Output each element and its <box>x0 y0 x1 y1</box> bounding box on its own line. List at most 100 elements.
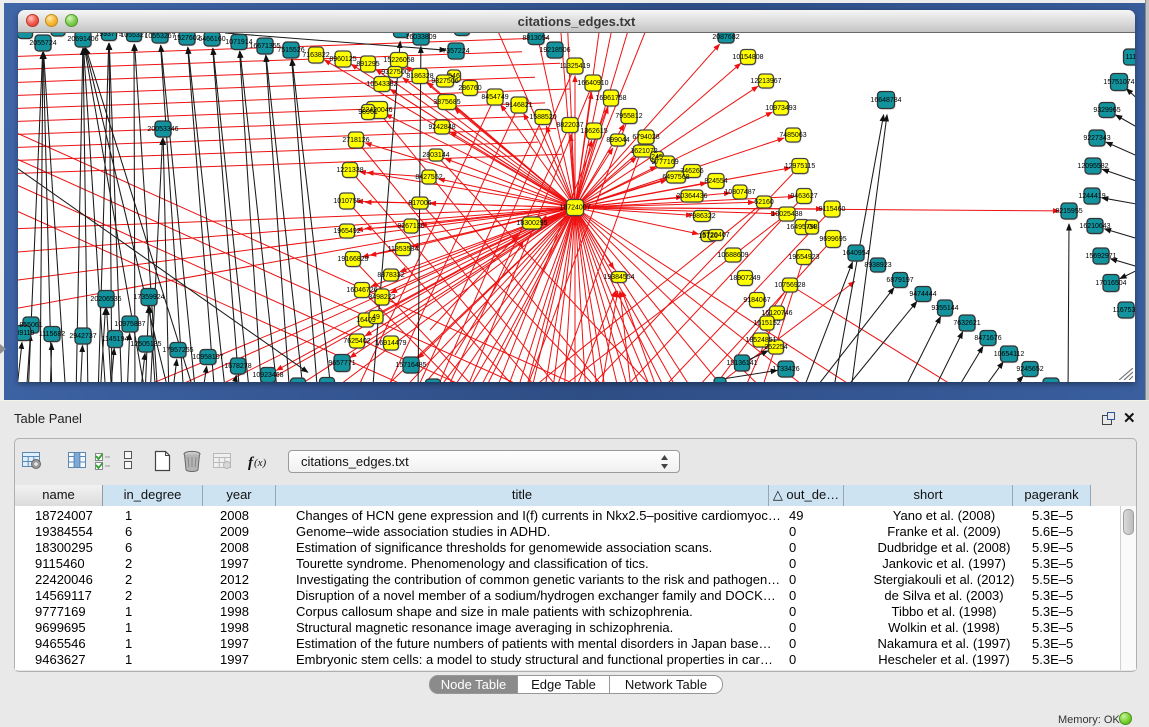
svg-text:286760: 286760 <box>458 85 481 92</box>
svg-text:6497568: 6497568 <box>662 174 689 181</box>
svg-text:8471676: 8471676 <box>974 335 1001 342</box>
svg-text:19218506: 19218506 <box>539 47 570 54</box>
svg-text:3498222: 3498222 <box>368 294 395 301</box>
svg-text:9242848: 9242848 <box>428 124 455 131</box>
svg-text:6794028: 6794028 <box>632 134 659 141</box>
svg-text:16033809: 16033809 <box>405 34 436 41</box>
svg-text:10654112: 10654112 <box>994 351 1025 358</box>
svg-text:7625402: 7625402 <box>343 338 370 345</box>
svg-text:16046726: 16046726 <box>346 287 377 294</box>
svg-text:8454749: 8454749 <box>481 94 508 101</box>
svg-text:10958107: 10958107 <box>192 354 223 361</box>
svg-text:18300295: 18300295 <box>516 220 547 227</box>
svg-text:939119: 939119 <box>18 330 35 337</box>
svg-text:12505135: 12505135 <box>130 341 161 348</box>
svg-text:1640954: 1640954 <box>842 250 869 257</box>
svg-text:9146821: 9146821 <box>505 102 532 109</box>
svg-text:1733426: 1733426 <box>772 366 799 373</box>
svg-text:12213967: 12213967 <box>750 78 781 85</box>
svg-text:2087682: 2087682 <box>712 34 739 41</box>
svg-text:16210643: 16210643 <box>1079 223 1110 230</box>
svg-text:16640910: 16640910 <box>577 80 608 87</box>
svg-text:20053346: 20053346 <box>147 126 178 133</box>
svg-text:9777169: 9777169 <box>651 159 678 166</box>
svg-text:18907249: 18907249 <box>729 275 760 282</box>
svg-text:2942737: 2942737 <box>69 333 96 340</box>
svg-text:7955812: 7955812 <box>615 113 642 120</box>
svg-text:9115460: 9115460 <box>819 206 846 213</box>
svg-text:10973493: 10973493 <box>765 105 796 112</box>
svg-text:9355144: 9355144 <box>931 305 958 312</box>
svg-text:16961758: 16961758 <box>595 95 626 102</box>
svg-text:1678278: 1678278 <box>224 363 251 370</box>
svg-text:252254: 252254 <box>764 344 787 351</box>
svg-text:1588520: 1588520 <box>529 114 556 121</box>
svg-text:10807487: 10807487 <box>724 189 755 196</box>
svg-text:17016504: 17016504 <box>1095 280 1126 287</box>
svg-text:2803144: 2803144 <box>422 152 449 159</box>
svg-text:19384554: 19384554 <box>603 274 634 281</box>
svg-text:8267130: 8267130 <box>397 223 424 230</box>
svg-text:20206535: 20206535 <box>90 296 121 303</box>
svg-text:98961: 98961 <box>358 109 378 116</box>
svg-text:11325419: 11325419 <box>560 63 591 70</box>
svg-text:1965492: 1965492 <box>333 228 360 235</box>
svg-text:2055724: 2055724 <box>29 40 56 47</box>
svg-text:855061: 855061 <box>19 322 42 329</box>
svg-text:12975115: 12975115 <box>785 163 816 170</box>
svg-text:9699695: 9699695 <box>819 236 846 243</box>
svg-text:8186328: 8186328 <box>406 73 433 80</box>
svg-text:1010755: 1010755 <box>333 198 360 205</box>
svg-text:16120746: 16120746 <box>761 310 792 317</box>
svg-text:20691406: 20691406 <box>67 36 98 43</box>
svg-text:7485063: 7485063 <box>779 132 806 139</box>
svg-text:62160: 62160 <box>754 199 774 206</box>
svg-text:16914479: 16914479 <box>375 340 406 347</box>
svg-text:5720407: 5720407 <box>702 232 729 239</box>
svg-text:1527602: 1527602 <box>173 35 200 42</box>
svg-text:7632621: 7632621 <box>953 320 980 327</box>
svg-text:10688609: 10688609 <box>717 252 748 259</box>
svg-text:8427552: 8427552 <box>415 174 442 181</box>
svg-text:9657771: 9657771 <box>328 360 355 367</box>
svg-text:19166829: 19166829 <box>337 256 368 263</box>
svg-text:8813054: 8813054 <box>522 35 549 42</box>
svg-text:(x): (x) <box>254 457 267 469</box>
svg-text:2718126: 2718126 <box>342 137 369 144</box>
svg-text:10543382: 10543382 <box>366 81 397 88</box>
svg-text:1615152: 1615152 <box>753 320 780 327</box>
svg-text:17359924: 17359924 <box>133 294 164 301</box>
svg-text:9327506: 9327506 <box>431 78 458 85</box>
svg-text:3875685: 3875685 <box>433 99 460 106</box>
svg-text:9245652: 9245652 <box>1016 366 1043 373</box>
svg-text:1167533: 1167533 <box>1113 307 1135 314</box>
svg-text:1244419: 1244419 <box>1078 193 1105 200</box>
svg-text:899044: 899044 <box>606 137 629 144</box>
svg-text:17957255: 17957255 <box>162 347 193 354</box>
svg-text:1221338: 1221338 <box>336 167 363 174</box>
svg-text:1145194: 1145194 <box>102 336 129 343</box>
svg-text:817006: 817006 <box>408 200 431 207</box>
svg-text:8938923: 8938923 <box>864 262 891 269</box>
svg-text:7163822: 7163822 <box>302 52 329 59</box>
svg-text:8960125: 8960125 <box>329 56 356 63</box>
svg-text:10154808: 10154808 <box>732 54 763 61</box>
svg-text:18724007: 18724007 <box>559 205 590 212</box>
svg-text:111: 111 <box>1126 54 1135 61</box>
svg-text:8878332: 8878332 <box>377 272 404 279</box>
svg-text:18524851: 18524851 <box>745 337 776 344</box>
svg-text:9184067: 9184067 <box>743 297 770 304</box>
svg-text:15716485: 15716485 <box>395 362 426 369</box>
svg-text:10553267: 10553267 <box>144 33 175 40</box>
svg-text:6466160: 6466160 <box>198 36 225 43</box>
svg-text:6879197: 6879197 <box>886 277 913 284</box>
svg-text:7986322: 7986322 <box>688 213 715 220</box>
svg-text:04: 04 <box>808 224 816 231</box>
svg-text:1115682: 1115682 <box>39 331 65 338</box>
svg-text:16648784: 16648784 <box>870 97 901 104</box>
svg-text:20364436: 20364436 <box>676 193 707 200</box>
svg-text:10923468: 10923468 <box>252 372 283 379</box>
svg-text:15136141: 15136141 <box>726 360 757 367</box>
svg-text:15226058: 15226058 <box>383 57 414 64</box>
svg-text:891295: 891295 <box>356 61 379 68</box>
